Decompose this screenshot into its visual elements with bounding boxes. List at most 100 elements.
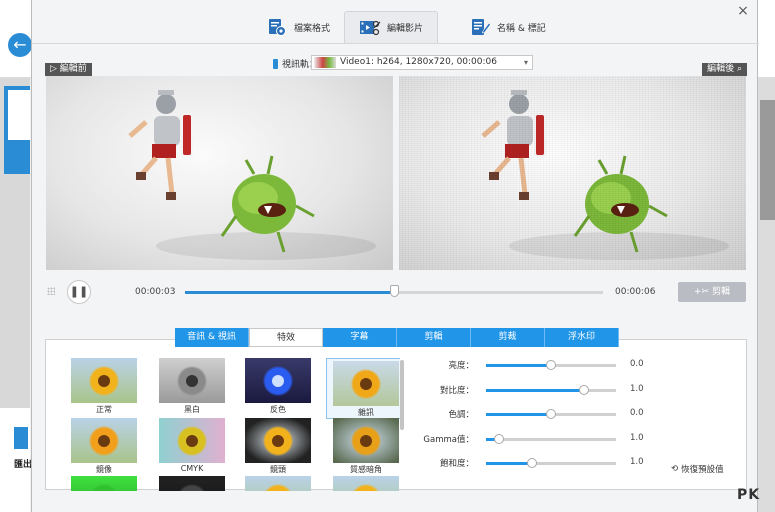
clip-button[interactable]: +✂ 剪輯 — [678, 282, 746, 302]
edit-tab-bar: 音訊 & 視訊 特效 字幕 剪輯 剪裁 浮水印 — [175, 328, 619, 347]
adjust-slider-handle[interactable] — [578, 384, 589, 395]
tab-file-format-label: 檔案格式 — [294, 23, 331, 34]
effect-item[interactable] — [152, 476, 232, 491]
adjust-value: 0.0 — [630, 359, 644, 369]
effect-label: 雜訊 — [358, 408, 374, 417]
edit-tab-5[interactable]: 浮水印 — [545, 328, 619, 347]
effect-item[interactable]: 鏡頭 — [238, 418, 318, 475]
edit-region: 正常 黑白 反色 雜訊 鏡像 CMYK 鏡頭 質感暗角 亮度： 0.0 對比度： 1.0 色調： 0.0… — [45, 320, 747, 491]
video-track-thumbnail — [314, 57, 336, 68]
adjust-slider-fill — [486, 462, 532, 465]
video-track-select[interactable]: Video1: h264, 1280x720, 00:00:06 ▾ — [311, 55, 533, 70]
adjust-slider-fill — [486, 364, 551, 367]
edit-tab-0[interactable]: 音訊 & 視訊 — [175, 328, 249, 347]
edit-tab-2[interactable]: 字幕 — [323, 328, 397, 347]
effect-thumbnail — [333, 418, 399, 463]
seek-slider[interactable] — [185, 285, 603, 297]
sunflower-center — [186, 434, 198, 447]
pause-button[interactable]: ❚❚ — [67, 280, 91, 304]
effect-thumbnail — [159, 418, 225, 463]
video-track-value: Video1: h264, 1280x720, 00:00:06 — [340, 57, 497, 67]
adjust-row: Gamma值： 1.0 — [416, 432, 736, 446]
adjust-slider-handle[interactable] — [546, 409, 556, 419]
adjust-slider[interactable] — [486, 458, 616, 468]
preview-area: 視訊軌： Video1: h264, 1280x720, 00:00:06 ▾ … — [45, 52, 747, 308]
tab-divider — [32, 43, 759, 44]
adjust-label: Gamma值： — [423, 434, 474, 445]
effect-item[interactable]: 反色 — [238, 358, 318, 415]
edit-tab-3[interactable]: 剪輯 — [397, 328, 471, 347]
effect-item[interactable]: CMYK — [152, 418, 232, 473]
effect-thumbnail — [71, 418, 137, 463]
effect-item[interactable]: 正常 — [64, 358, 144, 415]
after-edit-label[interactable]: 編輯後 ⌕ — [702, 63, 747, 76]
effect-item[interactable]: 雜訊 — [326, 358, 400, 419]
adjust-slider-handle[interactable] — [546, 360, 556, 370]
restore-defaults-label: 恢復預設值 — [681, 465, 724, 475]
effect-label: 黑白 — [184, 405, 200, 414]
adjust-slider-fill — [486, 413, 551, 416]
back-arrow-icon[interactable]: ← — [8, 33, 32, 57]
adjust-slider[interactable] — [486, 384, 616, 395]
edit-doc-icon — [469, 17, 491, 37]
sunflower-image — [89, 483, 119, 491]
effect-item[interactable] — [238, 476, 318, 491]
file-gear-icon — [266, 17, 288, 37]
tab-name-tags[interactable]: 名稱 & 標記 — [455, 11, 560, 43]
effects-grid: 正常 黑白 反色 雜訊鏡像 CMYK 鏡頭 質感暗角 — [60, 356, 400, 491]
adjust-slider[interactable] — [486, 433, 616, 444]
adjust-slider[interactable] — [486, 360, 616, 370]
effect-label: 鏡像 — [96, 465, 112, 474]
tab-file-format[interactable]: 檔案格式 — [252, 11, 344, 43]
clip-button-label: 剪輯 — [711, 287, 730, 297]
adjust-label: 亮度： — [448, 361, 474, 371]
background-right-block — [760, 100, 775, 220]
video-track-icon — [273, 58, 278, 69]
seek-progress — [185, 291, 394, 294]
seek-handle[interactable] — [390, 285, 399, 297]
sunflower-center — [272, 434, 284, 447]
restore-icon: ⟲ — [671, 464, 679, 474]
adjust-slider[interactable] — [486, 409, 616, 419]
tab-name-tags-label: 名稱 & 標記 — [497, 23, 546, 34]
effect-thumbnail — [245, 476, 311, 491]
site-watermark: PK — [737, 487, 761, 503]
adjust-label: 色調： — [448, 410, 474, 420]
effect-item[interactable]: 黑白 — [152, 358, 232, 415]
sunflower-image — [351, 483, 381, 491]
sunflower-center — [186, 374, 198, 387]
edit-tab-4[interactable]: 剪裁 — [471, 328, 545, 347]
adjust-label: 飽和度： — [439, 459, 474, 469]
adjust-value: 0.0 — [630, 408, 644, 418]
sunflower-center — [98, 374, 110, 387]
grip-icon — [47, 287, 55, 295]
effect-item[interactable] — [64, 476, 144, 491]
effect-item[interactable]: 鏡像 — [64, 418, 144, 475]
noise-overlay — [399, 76, 746, 270]
before-edit-label: ▷ 編輯前 — [45, 63, 92, 76]
effects-scrollbar[interactable] — [400, 360, 404, 430]
after-preview — [399, 76, 746, 270]
tab-edit-video[interactable]: 編輯影片 — [344, 11, 439, 43]
effect-thumbnail — [71, 358, 137, 403]
restore-defaults-button[interactable]: ⟲ 恢復預設值 — [671, 463, 724, 475]
effect-label: 質感暗角 — [350, 465, 382, 474]
adjust-slider-fill — [486, 388, 584, 392]
before-scene-image — [128, 90, 376, 260]
edit-panel: 正常 黑白 反色 雜訊 鏡像 CMYK 鏡頭 質感暗角 亮度： 0.0 對比度： 1.0 色調： 0.0… — [45, 339, 747, 491]
background-file-thumbnail — [8, 90, 30, 140]
edit-tab-1[interactable]: 特效 — [249, 328, 323, 347]
export-label: 匯出 — [14, 460, 33, 470]
effect-item[interactable]: 質感暗角 — [326, 418, 400, 475]
effect-item[interactable] — [326, 476, 400, 491]
before-preview — [46, 76, 393, 270]
effect-label: 鏡頭 — [270, 465, 286, 474]
sunflower-center — [272, 374, 284, 387]
adjust-slider-handle[interactable] — [494, 433, 504, 444]
sunflower-center — [360, 377, 372, 390]
sunflower-image — [177, 483, 207, 491]
adjust-value: 1.0 — [630, 383, 644, 394]
adjust-slider-handle[interactable] — [526, 458, 537, 468]
adjust-value: 1.0 — [630, 432, 644, 443]
effect-thumbnail — [245, 418, 311, 463]
